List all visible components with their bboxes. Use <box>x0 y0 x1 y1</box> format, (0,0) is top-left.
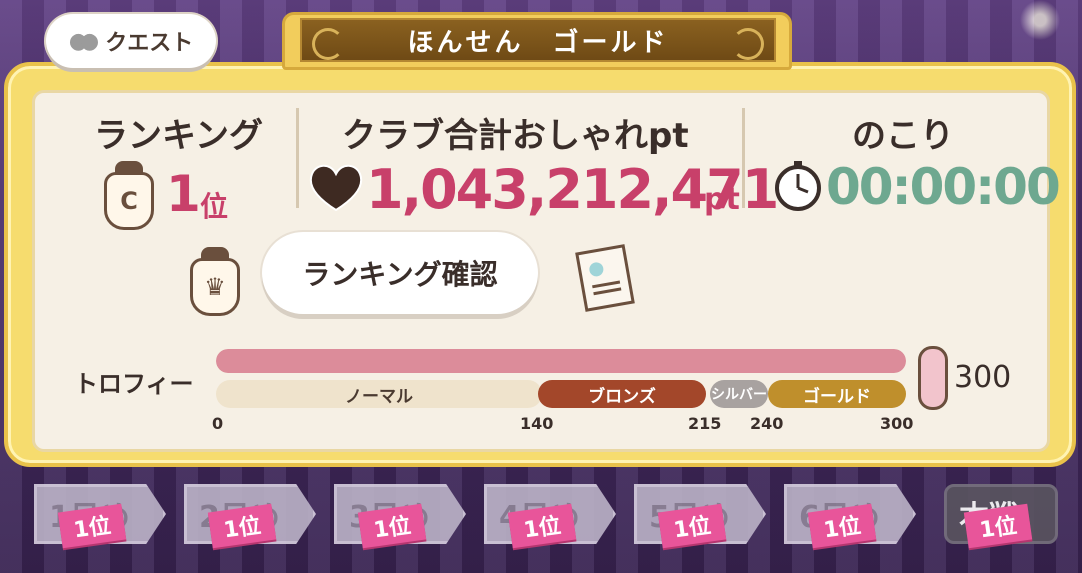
ranking-check-button[interactable]: ランキング確認 <box>262 232 538 314</box>
remaining-time: 00:00:00 <box>826 158 1061 216</box>
trophy-label: トロフィー <box>74 370 194 398</box>
tier-bronze: ブロンズ <box>538 380 706 408</box>
tier-gold: ゴールド <box>768 380 906 408</box>
trophy-progress-bar <box>216 349 906 373</box>
event-title: ほんせん ゴールド <box>300 18 776 62</box>
quest-icon: ●● <box>68 28 100 54</box>
tick-label: 0 <box>212 414 224 433</box>
stopwatch-icon <box>775 161 821 211</box>
remaining-label: のこり <box>852 116 954 156</box>
ranking-label: ランキング <box>94 116 263 156</box>
tick-label: 300 <box>880 414 914 433</box>
trophy-count: 300 <box>954 360 1012 395</box>
club-points-unit: pt <box>704 182 740 217</box>
club-crest-icon: C <box>104 161 154 230</box>
tick-label: 215 <box>688 414 722 433</box>
document-icon[interactable] <box>575 244 635 312</box>
tier-silver: シルバー <box>710 380 768 408</box>
divider <box>296 108 299 208</box>
trophy-progress-fill <box>216 349 906 373</box>
tick-label: 240 <box>750 414 784 433</box>
quest-button-label: クエスト <box>105 31 194 56</box>
ranking-crest-icon: ♛ <box>190 247 240 316</box>
tier-normal: ノーマル <box>216 380 542 408</box>
divider <box>742 108 745 208</box>
club-points-label: クラブ合計おしゃれpt <box>342 116 689 156</box>
ranking-unit: 位 <box>200 190 229 223</box>
quest-button[interactable]: ●● クエスト <box>46 14 216 68</box>
bone-icon <box>918 346 948 410</box>
tick-label: 140 <box>520 414 554 433</box>
heart-icon <box>309 164 363 212</box>
ranking-value: 1 <box>166 165 201 223</box>
